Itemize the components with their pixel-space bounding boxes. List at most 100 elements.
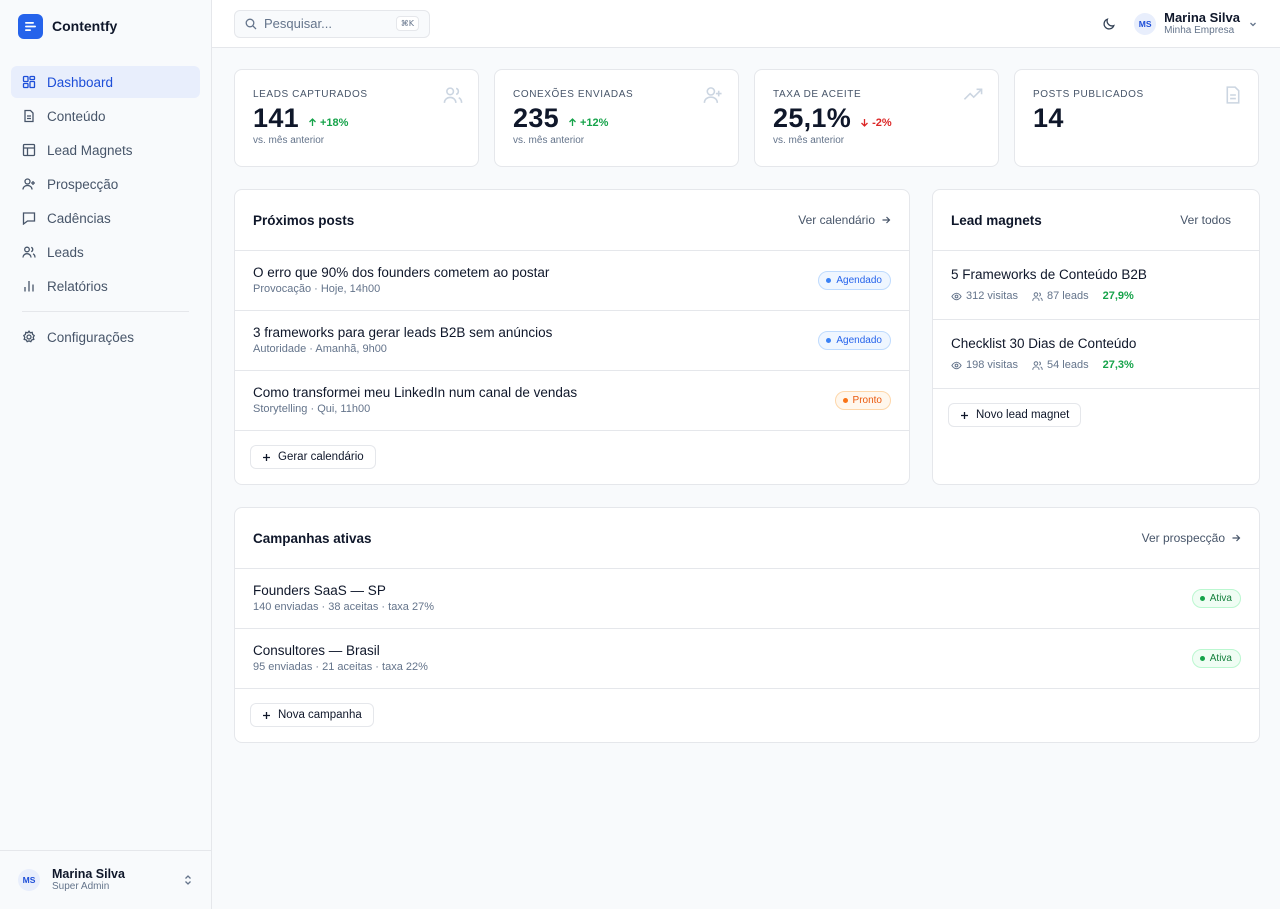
plus-icon	[263, 711, 270, 719]
status-badge: Agendado	[818, 331, 891, 350]
dashboard-icon	[22, 75, 36, 89]
view-prospecting-link[interactable]: Ver prospecção	[1142, 531, 1241, 545]
stat-delta: +18%	[308, 117, 348, 129]
user-menu[interactable]: MS Marina Silva Minha Empresa	[1134, 9, 1258, 37]
arrow-right-icon	[1232, 534, 1241, 542]
post-row[interactable]: 3 frameworks para gerar leads B2B sem an…	[235, 311, 909, 371]
post-title: 3 frameworks para gerar leads B2B sem an…	[253, 325, 553, 340]
campaign-row[interactable]: Founders SaaS — SP 140 enviadas · 38 ace…	[235, 569, 1259, 629]
post-row[interactable]: O erro que 90% dos founders cometem ao p…	[235, 251, 909, 311]
user-plus-icon	[22, 178, 35, 190]
moon-icon[interactable]	[1102, 17, 1116, 31]
sidebar-item-configuracoes[interactable]: Configurações	[11, 321, 200, 353]
lead-magnet-row[interactable]: 5 Frameworks de Conteúdo B2B 312 visitas…	[933, 251, 1259, 320]
brand[interactable]: Contentfy	[0, 0, 211, 52]
lead-magnets-card: Lead magnets Ver todos 5 Frameworks de C…	[932, 189, 1260, 485]
stats-row: Leads capturados 141 +18% vs. mês anteri…	[234, 69, 1260, 167]
dashboard-content: Leads capturados 141 +18% vs. mês anteri…	[212, 48, 1280, 743]
sidebar-item-label: Relatórios	[47, 278, 108, 294]
search-box[interactable]: ⌘K	[234, 9, 430, 38]
brand-name: Contentfy	[52, 18, 118, 34]
stat-value: 235	[513, 103, 559, 133]
stat-card-connections: Conexões enviadas 235 +12% vs. mês anter…	[494, 69, 739, 167]
message-icon	[22, 212, 36, 225]
new-lead-magnet-button[interactable]: Novo lead magnet	[948, 403, 1082, 427]
sidebar-item-label: Prospecção	[47, 176, 119, 192]
plus-icon	[263, 453, 270, 461]
sidebar-item-conteudo[interactable]: Conteúdo	[11, 100, 200, 132]
stat-subtext: vs. mês anterior	[513, 135, 585, 146]
users-icon	[443, 87, 463, 103]
conversion-rate: 27,9%	[1102, 290, 1134, 302]
search-shortcut: ⌘K	[395, 16, 419, 31]
sidebar-user-menu[interactable]: MS Marina Silva Super Admin	[0, 850, 211, 909]
stat-card-acceptance: Taxa de aceite 25,1% -2% vs. mês anterio…	[754, 69, 999, 167]
bar-chart-icon	[24, 281, 34, 292]
topbar: ⌘K MS Marina Silva Minha Empresa	[212, 0, 1280, 48]
arrow-down-icon	[861, 119, 869, 127]
sidebar-item-cadencias[interactable]: Cadências	[11, 202, 200, 234]
generate-calendar-button[interactable]: Gerar calendário	[250, 445, 376, 469]
sidebar-divider	[22, 311, 189, 312]
active-campaigns-card: Campanhas ativas Ver prospecção Founders…	[234, 507, 1260, 743]
file-icon	[24, 109, 34, 123]
sidebar-item-leads[interactable]: Leads	[11, 236, 200, 268]
stat-label: Leads capturados	[253, 89, 368, 100]
card-title: Campanhas ativas	[253, 530, 372, 546]
sidebar-item-label: Conteúdo	[47, 108, 106, 124]
user-name: Marina Silva	[1164, 9, 1240, 25]
sidebar-item-label: Leads	[47, 244, 84, 260]
sidebar-item-prospeccao[interactable]: Prospecção	[11, 168, 200, 200]
stat-label: Conexões enviadas	[513, 89, 634, 100]
post-meta: Provocação · Hoje, 14h00	[253, 283, 381, 295]
leads-stat: 87 leads	[1032, 290, 1089, 302]
stat-subtext: vs. mês anterior	[773, 135, 845, 146]
arrow-right-icon	[882, 216, 891, 224]
campaign-meta: 95 enviadas · 21 aceitas · taxa 22%	[253, 661, 428, 673]
stat-delta: +12%	[568, 117, 608, 129]
users-icon	[1032, 360, 1043, 370]
stat-subtext: vs. mês anterior	[253, 135, 325, 146]
avatar: MS	[1134, 12, 1157, 35]
campaign-title: Founders SaaS — SP	[253, 583, 386, 598]
stat-label: Posts publicados	[1033, 89, 1144, 100]
document-icon	[1226, 86, 1240, 104]
trending-up-icon	[963, 88, 983, 100]
view-calendar-link[interactable]: Ver calendário	[798, 213, 891, 227]
sidebar-item-label: Dashboard	[47, 74, 114, 90]
post-meta: Storytelling · Qui, 11h00	[253, 403, 371, 415]
arrow-up-icon	[308, 118, 316, 126]
chevron-up-down-icon	[185, 875, 191, 885]
users-icon	[22, 246, 36, 258]
post-row[interactable]: Como transformei meu LinkedIn num canal …	[235, 371, 909, 431]
user-name: Marina Silva	[52, 866, 125, 881]
view-all-link[interactable]: Ver todos	[1180, 213, 1231, 227]
search-icon	[245, 18, 257, 29]
new-campaign-button[interactable]: Nova campanha	[250, 703, 374, 727]
card-title: Próximos posts	[253, 212, 355, 228]
lead-magnet-row[interactable]: Checklist 30 Dias de Conteúdo 198 visita…	[933, 320, 1259, 389]
campaign-row[interactable]: Consultores — Brasil 95 enviadas · 21 ac…	[235, 629, 1259, 689]
search-input[interactable]	[264, 16, 384, 31]
sidebar-item-relatorios[interactable]: Relatórios	[11, 270, 200, 302]
conversion-rate: 27,3%	[1102, 359, 1134, 371]
status-badge: Agendado	[818, 271, 891, 290]
avatar: MS	[18, 869, 40, 891]
visits-stat: 198 visitas	[951, 359, 1018, 371]
stat-delta: -2%	[860, 117, 892, 129]
user-role: Super Admin	[52, 880, 110, 892]
campaign-title: Consultores — Brasil	[253, 643, 380, 658]
stat-label: Taxa de aceite	[773, 89, 862, 100]
leads-stat: 54 leads	[1032, 359, 1089, 371]
gear-icon	[22, 330, 36, 343]
sidebar-item-label: Configurações	[47, 329, 135, 345]
post-title: O erro que 90% dos founders cometem ao p…	[253, 265, 550, 280]
status-badge: Pronto	[834, 391, 891, 410]
sidebar-item-dashboard[interactable]: Dashboard	[11, 66, 200, 98]
eye-icon	[951, 361, 962, 369]
user-plus-icon	[703, 87, 722, 103]
sidebar-item-label: Lead Magnets	[47, 142, 133, 158]
users-icon	[1032, 291, 1043, 301]
plus-icon	[961, 411, 968, 419]
sidebar-item-lead-magnets[interactable]: Lead Magnets	[11, 134, 200, 166]
